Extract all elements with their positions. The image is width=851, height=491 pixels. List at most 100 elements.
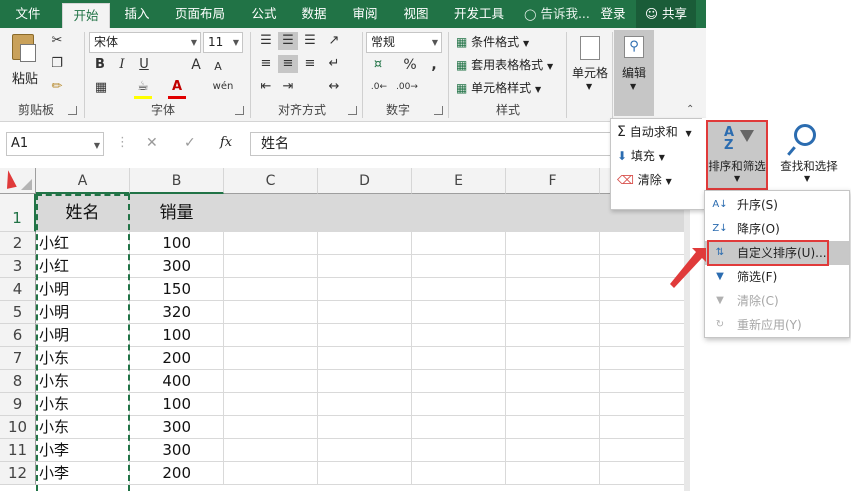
empty-cell[interactable] [224,232,318,255]
increase-decimal-icon[interactable]: .0← [368,78,390,96]
empty-cell[interactable] [506,462,600,485]
table-cell[interactable]: 小东 [36,370,130,393]
empty-cell[interactable] [506,439,600,462]
empty-cell[interactable] [224,462,318,485]
align-middle-icon[interactable]: ☰ [278,32,298,50]
table-header-cell[interactable]: 销量 [130,194,224,232]
table-cell[interactable]: 小红 [36,255,130,278]
empty-cell[interactable] [318,416,412,439]
number-format-select[interactable]: 常规 ▼ [366,32,442,53]
table-cell[interactable]: 100 [130,393,224,416]
empty-cell[interactable] [506,370,600,393]
comma-button[interactable]: , [426,56,442,74]
table-cell[interactable]: 300 [130,416,224,439]
align-bottom-icon[interactable]: ☰ [300,32,320,50]
table-cell[interactable]: 100 [130,324,224,347]
sort-menu-item[interactable]: A↓ 升序(S) [705,193,849,217]
empty-cell[interactable] [318,255,412,278]
empty-cell[interactable] [600,439,690,462]
empty-cell[interactable] [600,370,690,393]
column-header-a[interactable]: A [36,168,130,194]
cancel-icon[interactable]: ✕ [146,135,158,151]
paste-button[interactable]: 粘贴 [6,32,42,90]
share-button[interactable]: ☺ 共享 [636,0,696,28]
table-header-cell[interactable]: 姓名 [36,194,130,232]
column-header-c[interactable]: C [224,168,318,194]
empty-cell[interactable] [318,370,412,393]
empty-cell[interactable] [412,278,506,301]
empty-cell[interactable] [600,324,690,347]
row-header[interactable]: 4 [0,278,36,301]
empty-cell[interactable] [506,301,600,324]
empty-cell[interactable] [224,416,318,439]
sort-menu-item[interactable]: ▼ 筛选(F) [705,265,849,289]
table-cell[interactable]: 400 [130,370,224,393]
tab-insert[interactable]: 插入 [115,0,159,28]
table-cell[interactable]: 100 [130,232,224,255]
row-header-1[interactable]: 1 [0,194,36,232]
empty-cell[interactable] [224,324,318,347]
table-cell[interactable]: 小李 [36,462,130,485]
cells-button[interactable]: 单元格 ▼ [570,32,610,98]
tab-page-layout[interactable]: 页面布局 [167,0,233,28]
align-left-icon[interactable]: ≡ [256,55,276,73]
format-as-table-button[interactable]: ▦ 套用表格格式 ▼ [456,56,553,73]
empty-cell[interactable] [318,462,412,485]
number-launcher-icon[interactable] [434,106,443,115]
copy-icon[interactable]: ❐ [48,55,66,73]
row-header[interactable]: 8 [0,370,36,393]
tab-file[interactable]: 文件 [6,0,50,28]
table-cell[interactable]: 小东 [36,416,130,439]
tab-formulas[interactable]: 公式 [244,0,284,28]
empty-cell[interactable] [600,462,690,485]
tab-developer[interactable]: 开发工具 [448,0,510,28]
phonetic-button[interactable]: wén [210,78,236,96]
empty-cell[interactable] [412,232,506,255]
empty-cell[interactable] [412,462,506,485]
row-header[interactable]: 12 [0,462,36,485]
fill-color-icon[interactable]: ☕ [134,78,152,99]
empty-cell[interactable] [318,278,412,301]
tab-view[interactable]: 视图 [396,0,436,28]
font-size-select[interactable]: 11 ▼ [203,32,243,53]
row-header[interactable]: 6 [0,324,36,347]
empty-cell[interactable] [224,255,318,278]
underline-button[interactable]: U [136,56,152,74]
orientation-icon[interactable]: ↗ [324,32,344,50]
empty-cell[interactable] [412,370,506,393]
table-cell[interactable]: 150 [130,278,224,301]
empty-cell[interactable] [318,347,412,370]
sort-filter-button[interactable]: AZ 排序和筛选 ▼ [706,120,768,190]
empty-cell[interactable] [224,301,318,324]
table-cell[interactable]: 200 [130,462,224,485]
empty-cell[interactable] [318,301,412,324]
table-cell[interactable]: 小红 [36,232,130,255]
empty-cell[interactable] [412,393,506,416]
currency-icon[interactable]: ¤ [368,56,388,74]
conditional-format-button[interactable]: ▦ 条件格式 ▼ [456,33,529,50]
empty-cell[interactable] [318,232,412,255]
vertical-scrollbar[interactable] [684,194,690,491]
empty-cell[interactable] [224,347,318,370]
format-painter-icon[interactable]: ✏ [48,78,66,96]
table-cell[interactable]: 小明 [36,324,130,347]
formula-input[interactable]: 姓名 [250,132,612,156]
row-header[interactable]: 5 [0,301,36,324]
table-cell[interactable]: 小明 [36,278,130,301]
wrap-text-icon[interactable]: ↵ [324,55,344,73]
empty-cell[interactable] [600,347,690,370]
empty-cell[interactable] [224,370,318,393]
table-cell[interactable]: 小东 [36,347,130,370]
align-top-icon[interactable]: ☰ [256,32,276,50]
cut-icon[interactable]: ✂ [48,32,66,50]
font-name-select[interactable]: 宋体 ▼ [89,32,201,53]
column-header-b[interactable]: B [130,168,224,194]
empty-cell[interactable] [318,439,412,462]
table-cell[interactable]: 小东 [36,393,130,416]
decrease-indent-icon[interactable]: ⇤ [256,78,276,96]
empty-cell[interactable] [412,347,506,370]
row-header[interactable]: 7 [0,347,36,370]
enter-icon[interactable]: ✓ [184,135,196,151]
sort-menu-item[interactable]: Z↓ 降序(O) [705,217,849,241]
empty-cell[interactable] [318,324,412,347]
